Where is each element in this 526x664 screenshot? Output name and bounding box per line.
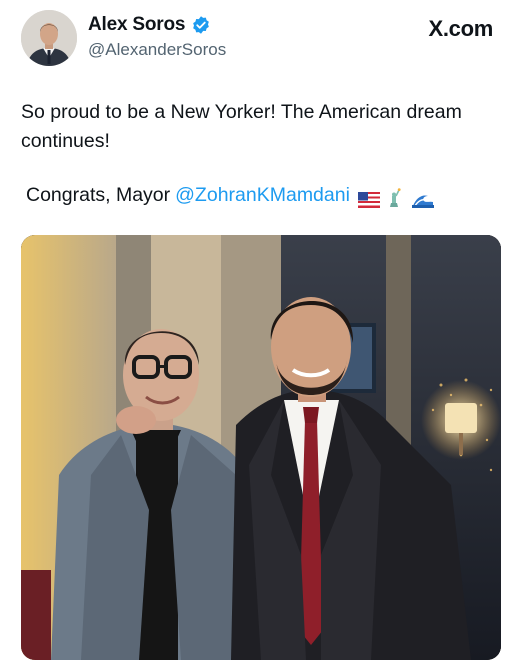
mention-link[interactable]: @ZohranKMamdani <box>175 181 350 210</box>
congrats-line: Congrats, Mayor @ZohranKMamdani <box>26 181 434 210</box>
statue-of-liberty-icon <box>385 187 407 207</box>
profile-photo-icon <box>21 10 77 66</box>
avatar[interactable] <box>21 10 77 66</box>
handle[interactable]: @AlexanderSoros <box>88 40 226 60</box>
x-com-logo: X.com <box>428 16 493 41</box>
author-info: Alex Soros @AlexanderSoros <box>88 14 226 60</box>
emoji-group <box>357 187 434 208</box>
display-name[interactable]: Alex Soros <box>88 14 185 36</box>
congrats-prefix: Congrats, Mayor <box>26 184 171 206</box>
wave-icon <box>411 188 434 208</box>
two-men-posing-photo <box>21 235 501 660</box>
us-flag-icon <box>357 188 380 208</box>
name-row: Alex Soros <box>88 14 226 36</box>
attached-photo[interactable] <box>21 235 501 660</box>
verified-badge-icon <box>191 15 211 35</box>
tweet-card: Alex Soros @AlexanderSoros X.com So prou… <box>0 0 526 664</box>
tweet-text: So proud to be a New Yorker! The America… <box>21 101 462 152</box>
